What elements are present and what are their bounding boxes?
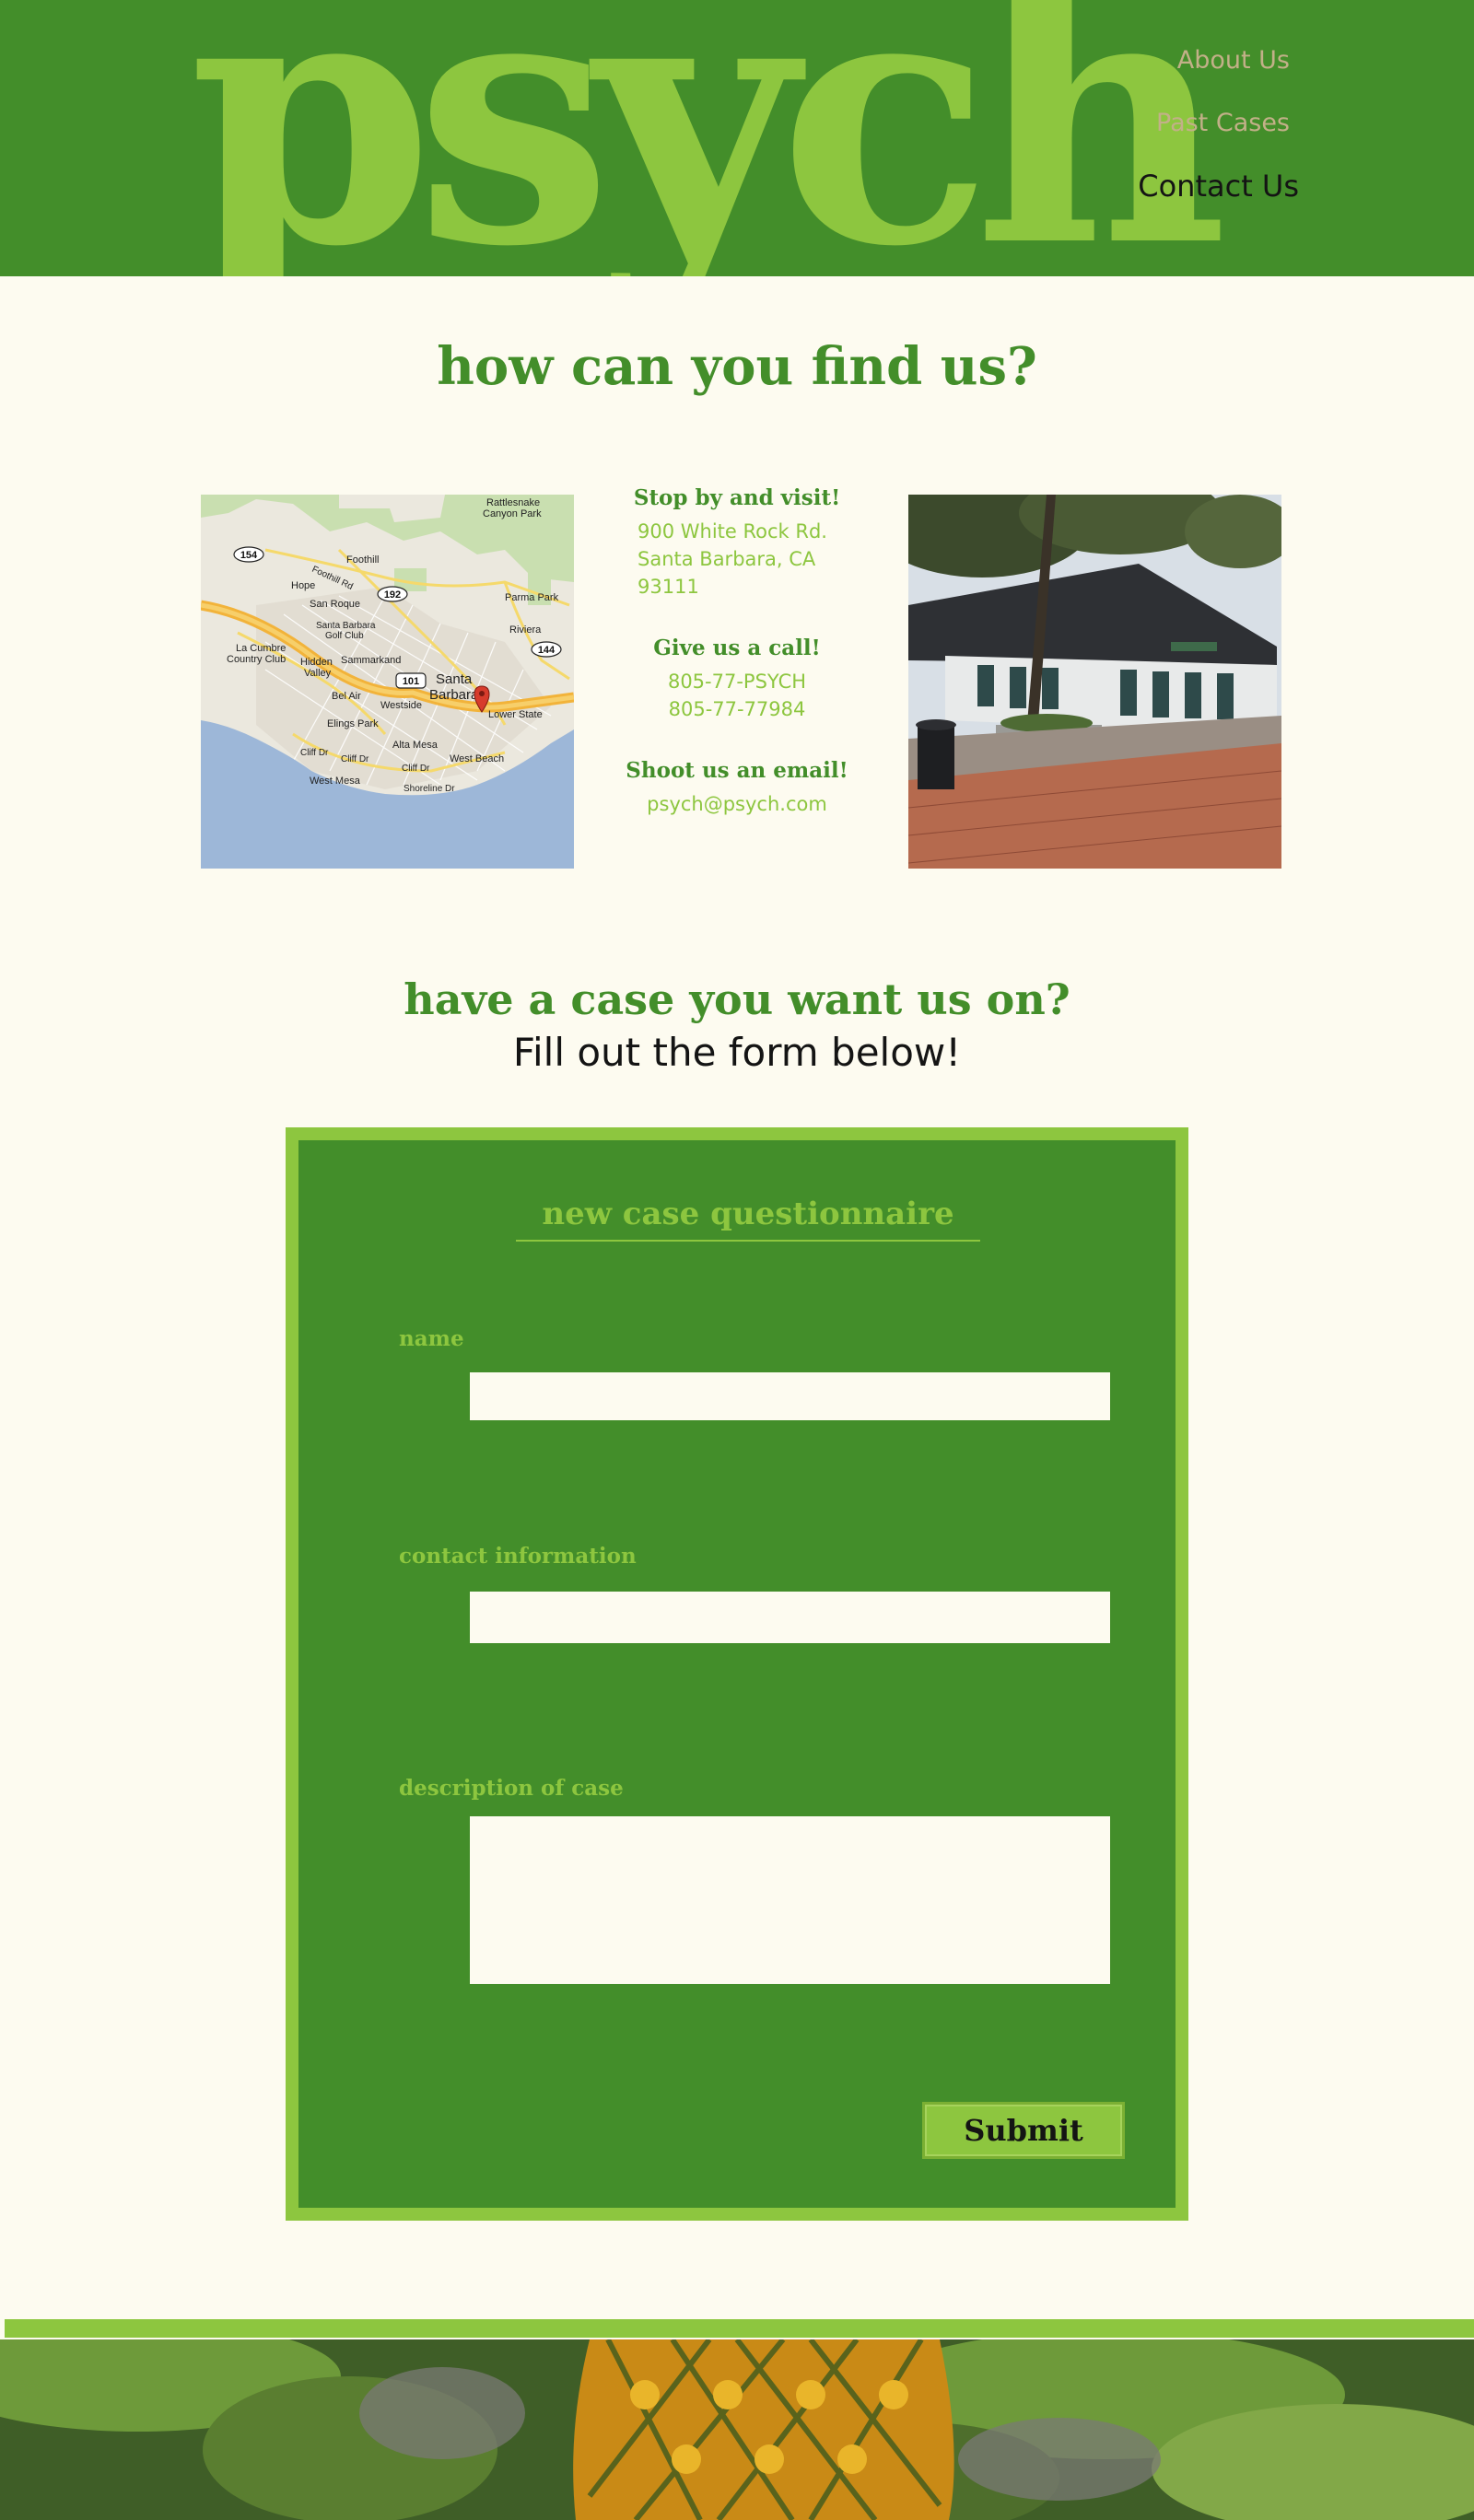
- email-link[interactable]: psych@psych.com: [599, 790, 875, 818]
- map-label: Hope: [291, 580, 315, 591]
- map-label: Riviera: [509, 624, 542, 636]
- map-shield-192: 192: [384, 589, 401, 601]
- new-case-form: new case questionnaire name contact info…: [286, 1127, 1188, 2221]
- map-label: Santa: [436, 671, 473, 687]
- map-label: La Cumbre: [236, 643, 286, 654]
- map-label: West Beach: [450, 753, 504, 764]
- map-label: Barbara: [429, 687, 479, 703]
- site-header: psych About Us Past Cases Contact Us: [0, 0, 1474, 276]
- map-label: Country Club: [227, 654, 286, 665]
- map-label: Cliff Dr: [300, 748, 329, 758]
- map-label: Bel Air: [332, 691, 361, 702]
- footer-pineapple-image: [0, 2339, 1474, 2520]
- map-label: Shoreline Dr: [404, 784, 455, 794]
- map-label: Foothill: [346, 554, 379, 566]
- map-label: West Mesa: [310, 776, 361, 787]
- map-label: Sammarkand: [341, 655, 401, 666]
- footer-divider: [5, 2319, 1474, 2338]
- map-label: Cliff Dr: [341, 754, 369, 764]
- call-heading: Give us a call!: [653, 636, 821, 660]
- contact-label: contact information: [399, 1544, 637, 1569]
- form-title: new case questionnaire: [516, 1196, 980, 1242]
- map-shield-101: 101: [403, 676, 419, 687]
- case-heading: have a case you want us on?: [404, 974, 1070, 1024]
- contact-input[interactable]: [470, 1592, 1110, 1643]
- map-label: Lower State: [488, 709, 543, 720]
- map-label: Valley: [304, 668, 332, 679]
- map-shield-154: 154: [240, 550, 258, 561]
- name-input[interactable]: [470, 1372, 1110, 1420]
- site-logo[interactable]: psych: [189, 0, 1228, 276]
- visit-heading: Stop by and visit!: [633, 485, 841, 510]
- nav-past-cases[interactable]: Past Cases: [1069, 109, 1290, 138]
- map-label: Hidden: [300, 657, 333, 668]
- email-heading: Shoot us an email!: [626, 758, 848, 783]
- description-textarea[interactable]: [470, 1816, 1110, 1984]
- main-nav: About Us Past Cases Contact Us: [1069, 46, 1299, 234]
- address-line-1: 900 White Rock Rd.: [638, 520, 827, 542]
- office-photo: [908, 495, 1281, 869]
- map-label: Golf Club: [325, 631, 364, 641]
- nav-about-us[interactable]: About Us: [1069, 46, 1290, 76]
- map-label: Parma Park: [505, 592, 559, 603]
- nav-contact-us[interactable]: Contact Us: [1078, 171, 1299, 201]
- address-line-2: Santa Barbara, CA 93111: [638, 548, 816, 598]
- location-map[interactable]: 154 192 101 144 Rattlesnake Canyon Park …: [201, 495, 574, 869]
- map-label: Santa Barbara: [316, 621, 376, 631]
- map-label: San Roque: [310, 599, 360, 610]
- find-us-heading: how can you find us?: [437, 336, 1037, 397]
- phone-number-1[interactable]: 805-77-PSYCH: [599, 668, 875, 695]
- case-subtitle: Fill out the form below!: [512, 1030, 962, 1075]
- phone-number-2[interactable]: 805-77-77984: [599, 695, 875, 723]
- map-label: Cliff Dr: [402, 764, 430, 774]
- map-shield-144: 144: [538, 645, 556, 656]
- map-label: Alta Mesa: [392, 740, 439, 751]
- map-label: Westside: [380, 700, 422, 711]
- map-label: Rattlesnake: [486, 497, 540, 508]
- submit-button[interactable]: Submit: [922, 2102, 1125, 2159]
- contact-info: Stop by and visit! 900 White Rock Rd. Sa…: [599, 485, 875, 818]
- map-label: Elings Park: [327, 718, 379, 729]
- map-label: Canyon Park: [483, 508, 542, 519]
- name-label: name: [399, 1326, 464, 1351]
- description-label: description of case: [399, 1776, 624, 1801]
